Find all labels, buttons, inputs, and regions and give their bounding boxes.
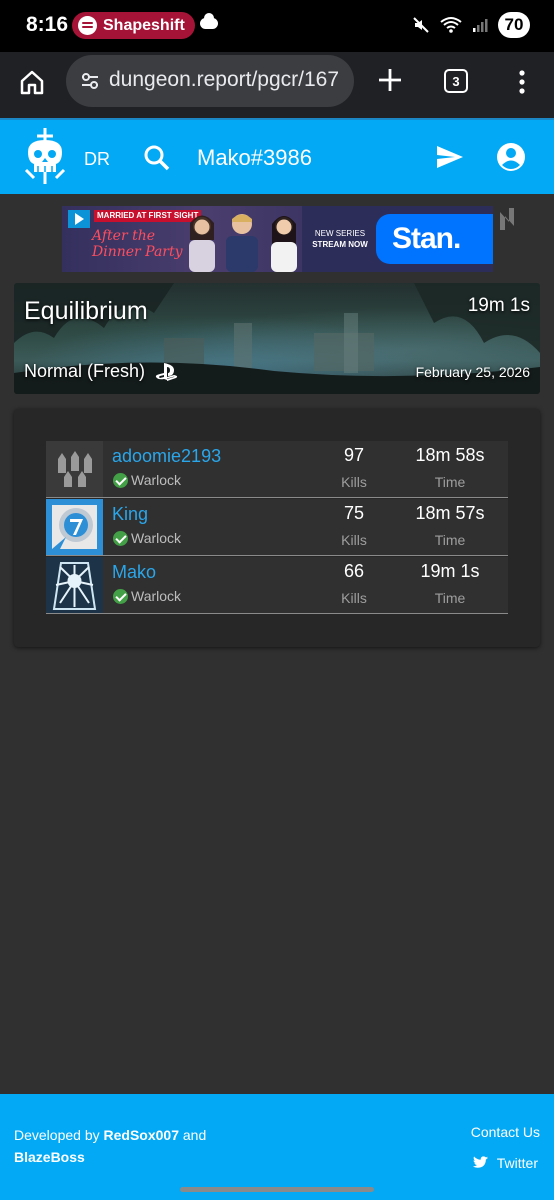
kills-label: Kills bbox=[341, 590, 367, 606]
signal-icon bbox=[472, 17, 488, 33]
time-value: 19m 1s bbox=[420, 561, 480, 581]
clock: 8:16 bbox=[26, 13, 69, 36]
tab-switcher-button[interactable]: 3 bbox=[444, 69, 468, 93]
activity-difficulty-label: Normal (Fresh) bbox=[24, 361, 146, 381]
check-circle-icon bbox=[113, 530, 128, 546]
ad-tagline-line-1: NEW SERIES bbox=[314, 229, 366, 238]
time-value: 18m 57s bbox=[415, 503, 485, 523]
check-circle-icon bbox=[113, 588, 128, 604]
activity-difficulty: Normal (Fresh) bbox=[24, 361, 179, 382]
status-bar: 8:16 Shapeshift 70 bbox=[0, 0, 554, 52]
player-class: Warlock bbox=[113, 588, 181, 604]
dungeon-report-logo-icon[interactable] bbox=[20, 126, 70, 186]
cloud-icon bbox=[200, 13, 218, 29]
kills-stat: 75 Kills bbox=[326, 503, 382, 548]
url-text[interactable]: dungeon.report/pgcr/167 bbox=[109, 68, 339, 92]
check-circle-icon bbox=[113, 472, 128, 488]
ad-tagline: NEW SERIES STREAM NOW bbox=[307, 228, 373, 250]
activity-date: February 25, 2026 bbox=[415, 364, 530, 380]
advertisement-banner[interactable]: MARRIED AT FIRST SIGHT After the Dinner … bbox=[62, 206, 493, 272]
ad-people-image bbox=[189, 214, 297, 272]
ad-play-icon bbox=[68, 210, 90, 228]
developer-link-blazeboss[interactable]: BlazeBoss bbox=[14, 1149, 85, 1165]
ad-tagline-line-2: STREAM NOW bbox=[312, 240, 368, 249]
search-input[interactable]: Mako#3986 bbox=[197, 145, 312, 171]
time-label: Time bbox=[434, 532, 466, 548]
mute-icon bbox=[412, 16, 430, 34]
site-header: DR Mako#3986 bbox=[0, 118, 554, 194]
developer-link-redsox[interactable]: RedSox007 bbox=[104, 1127, 179, 1143]
player-emblem-icon bbox=[46, 441, 103, 497]
main-content: MARRIED AT FIRST SIGHT After the Dinner … bbox=[0, 194, 554, 1094]
player-row[interactable]: Mako Warlock 66 Kills 19m 1s Time bbox=[46, 557, 508, 614]
kills-value: 66 bbox=[343, 561, 365, 581]
kills-label: Kills bbox=[341, 532, 367, 548]
twitter-label[interactable]: Twitter bbox=[497, 1155, 538, 1171]
dev-and: and bbox=[179, 1127, 207, 1143]
twitter-icon bbox=[472, 1156, 488, 1168]
activity-duration: 19m 1s bbox=[467, 295, 530, 316]
player-name[interactable]: King bbox=[112, 504, 148, 525]
activity-name: Equilibrium bbox=[24, 297, 148, 325]
send-icon[interactable] bbox=[436, 145, 464, 169]
kills-value: 75 bbox=[343, 503, 365, 523]
more-menu-icon[interactable] bbox=[514, 68, 530, 96]
brand-short[interactable]: DR bbox=[84, 149, 110, 170]
playstation-icon bbox=[155, 362, 178, 381]
gesture-bar[interactable] bbox=[180, 1187, 374, 1192]
time-stat: 18m 58s Time bbox=[396, 445, 504, 490]
kills-label: Kills bbox=[341, 474, 367, 490]
status-icons: 70 bbox=[412, 12, 530, 38]
account-icon[interactable] bbox=[496, 142, 526, 172]
player-emblem-icon bbox=[46, 557, 103, 613]
contact-us-link[interactable]: Contact Us bbox=[471, 1124, 540, 1140]
player-name[interactable]: adoomie2193 bbox=[112, 446, 221, 467]
developer-credit: Developed by RedSox007 and BlazeBoss bbox=[14, 1124, 244, 1168]
twitter-link[interactable]: Twitter bbox=[472, 1155, 538, 1171]
spotify-icon bbox=[78, 16, 97, 35]
search-icon[interactable] bbox=[143, 144, 171, 172]
browser-toolbar: dungeon.report/pgcr/167 3 bbox=[0, 52, 554, 118]
time-stat: 19m 1s Time bbox=[396, 561, 504, 606]
time-stat: 18m 57s Time bbox=[396, 503, 504, 548]
player-emblem-icon bbox=[46, 499, 103, 555]
player-row[interactable]: adoomie2193 Warlock 97 Kills 18m 58s Tim… bbox=[46, 441, 508, 498]
wifi-icon bbox=[440, 16, 462, 34]
ad-brand-logo: Stan. bbox=[376, 214, 493, 264]
ad-choices-icon[interactable] bbox=[497, 206, 517, 232]
site-settings-icon[interactable] bbox=[80, 71, 100, 91]
time-value: 18m 58s bbox=[415, 445, 485, 465]
player-class-label: Warlock bbox=[131, 588, 182, 604]
address-bar[interactable]: dungeon.report/pgcr/167 bbox=[66, 55, 354, 107]
player-class: Warlock bbox=[113, 472, 181, 488]
players-panel: adoomie2193 Warlock 97 Kills 18m 58s Tim… bbox=[14, 409, 540, 647]
site-footer: Developed by RedSox007 and BlazeBoss Con… bbox=[0, 1094, 554, 1200]
player-row[interactable]: King Warlock 75 Kills 18m 57s Time bbox=[46, 499, 508, 556]
battery-indicator: 70 bbox=[498, 12, 530, 38]
player-name[interactable]: Mako bbox=[112, 562, 156, 583]
player-class: Warlock bbox=[113, 530, 181, 546]
new-tab-icon[interactable] bbox=[376, 66, 404, 94]
media-pill-label: Shapeshift bbox=[103, 16, 185, 34]
kills-stat: 97 Kills bbox=[326, 445, 382, 490]
dev-prefix: Developed by bbox=[14, 1127, 104, 1143]
time-label: Time bbox=[434, 474, 466, 490]
kills-stat: 66 Kills bbox=[326, 561, 382, 606]
kills-value: 97 bbox=[343, 445, 365, 465]
home-icon[interactable] bbox=[18, 68, 46, 96]
time-label: Time bbox=[434, 590, 466, 606]
player-class-label: Warlock bbox=[131, 530, 182, 546]
activity-banner: Equilibrium 19m 1s Normal (Fresh) Februa… bbox=[14, 283, 540, 394]
media-pill[interactable]: Shapeshift bbox=[72, 12, 195, 39]
player-class-label: Warlock bbox=[131, 472, 182, 488]
